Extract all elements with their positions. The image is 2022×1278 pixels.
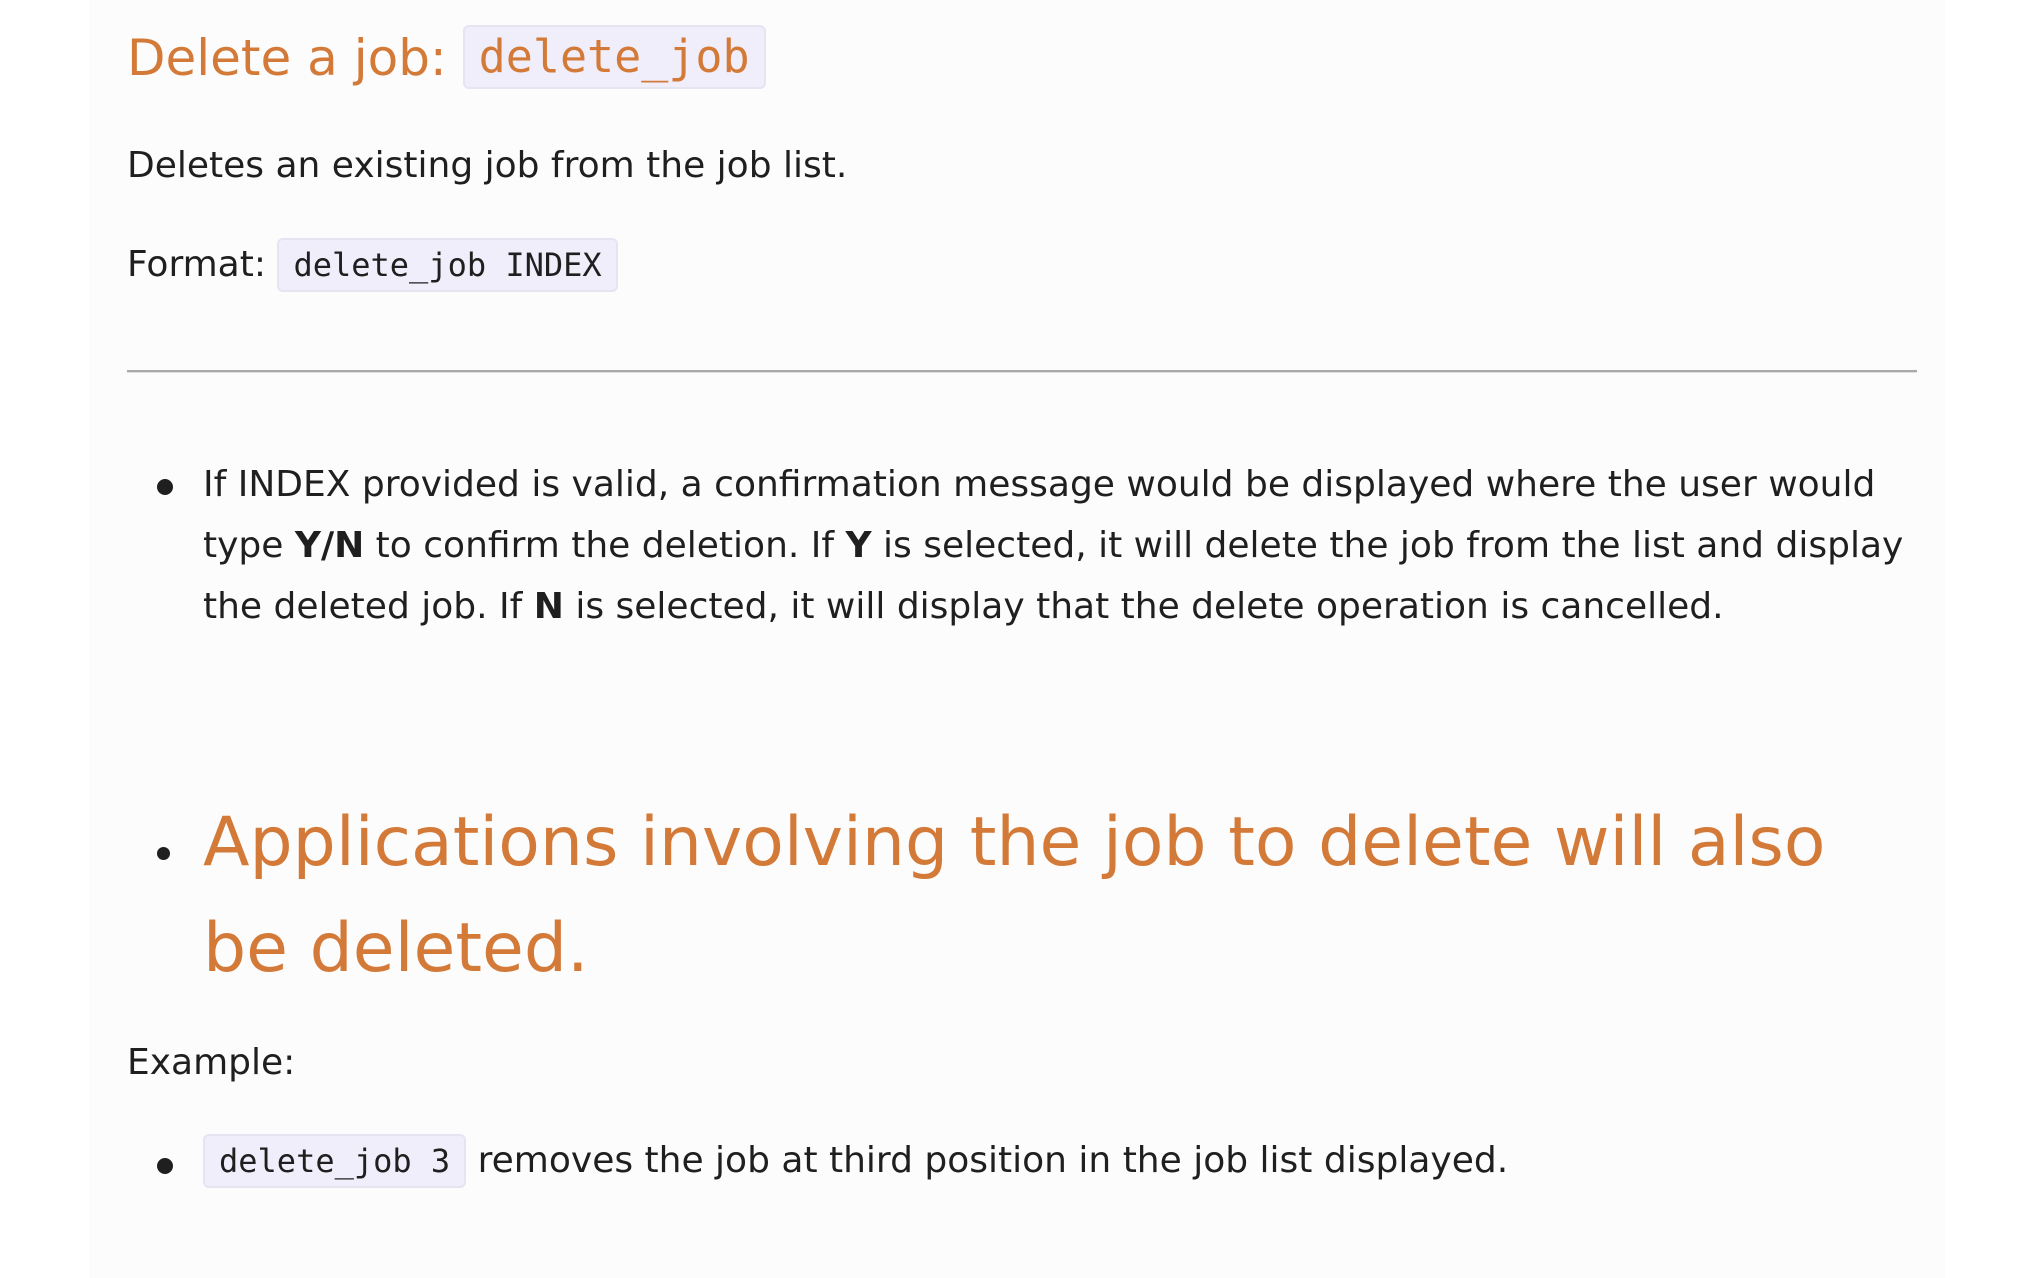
example-code: delete_job 3	[203, 1134, 467, 1188]
horizontal-divider	[127, 370, 1917, 373]
example-text: removes the job at third position in the…	[466, 1140, 1509, 1181]
n-emphasis: N	[533, 586, 564, 627]
validity-note: If INDEX provided is valid, a confirmati…	[203, 454, 1913, 637]
bullet-icon	[157, 479, 173, 495]
applications-note: Applications involving the job to delete…	[203, 803, 1826, 988]
example-label: Example:	[127, 1042, 296, 1083]
format-line: Format: delete_job INDEX	[127, 238, 618, 292]
validity-note-text: is selected, it will display that the de…	[563, 586, 1724, 627]
example-item: delete_job 3 removes the job at third po…	[203, 1133, 1913, 1189]
command-description: Deletes an existing job from the job lis…	[127, 145, 848, 186]
yn-emphasis: Y/N	[294, 525, 365, 566]
section-heading-code: delete_job	[462, 25, 766, 89]
validity-note-text: to confirm the deletion. If	[364, 525, 846, 566]
format-code: delete_job INDEX	[277, 238, 618, 292]
content-panel	[89, 0, 1945, 1278]
format-label: Format:	[127, 244, 278, 285]
bullet-icon	[157, 847, 170, 860]
section-heading: Delete a job: delete_job	[127, 20, 766, 96]
section-heading-text: Delete a job:	[127, 29, 463, 87]
y-emphasis: Y	[845, 525, 872, 566]
bullet-icon	[157, 1158, 173, 1174]
